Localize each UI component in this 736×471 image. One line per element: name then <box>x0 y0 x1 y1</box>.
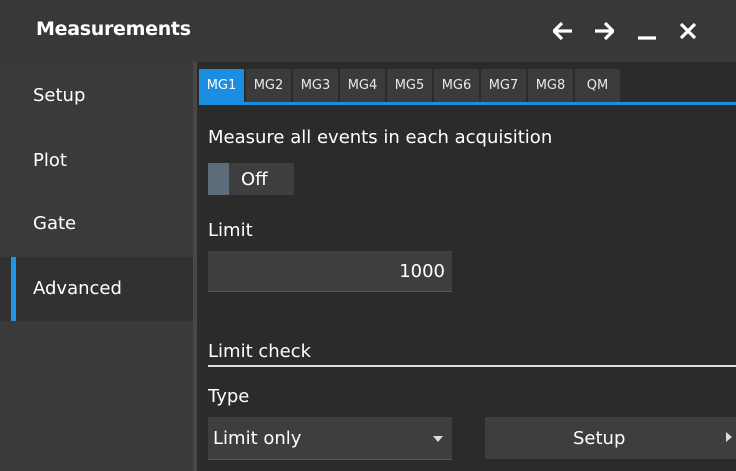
sidebar-item-label: Plot <box>33 150 67 171</box>
limit-input[interactable]: 1000 <box>208 251 452 292</box>
close-icon[interactable] <box>679 22 697 42</box>
active-indicator <box>11 257 16 321</box>
sidebar-item-plot[interactable]: Plot <box>0 129 193 193</box>
title-bar: Measurements <box>0 0 736 62</box>
tab-bar: MG1 MG2 MG3 MG4 MG5 MG6 MG7 MG8 QM <box>199 64 736 102</box>
sidebar-item-label: Advanced <box>33 278 122 299</box>
vertical-divider <box>193 62 197 471</box>
sidebar: Setup Plot Gate Advanced <box>0 62 193 471</box>
type-selected-value: Limit only <box>213 428 302 449</box>
tab-mg2[interactable]: MG2 <box>246 69 291 102</box>
section-divider <box>208 365 736 367</box>
setup-button[interactable]: Setup <box>485 417 736 459</box>
sidebar-item-gate[interactable]: Gate <box>0 192 193 256</box>
arrow-left-icon[interactable] <box>553 22 573 42</box>
sidebar-item-label: Setup <box>33 85 86 106</box>
tab-mg8[interactable]: MG8 <box>528 69 573 102</box>
limit-value: 1000 <box>399 261 445 282</box>
type-dropdown[interactable]: Limit only <box>208 417 452 460</box>
tab-qm[interactable]: QM <box>575 69 620 102</box>
tab-mg7[interactable]: MG7 <box>481 69 526 102</box>
toggle-knob <box>208 163 229 195</box>
sidebar-item-advanced[interactable]: Advanced <box>0 257 193 321</box>
window-title: Measurements <box>36 18 191 40</box>
tab-mg1[interactable]: MG1 <box>199 69 244 102</box>
tab-mg6[interactable]: MG6 <box>434 69 479 102</box>
sidebar-item-setup[interactable]: Setup <box>0 64 193 128</box>
chevron-right-icon <box>726 432 732 442</box>
minimize-icon[interactable] <box>637 22 657 42</box>
measure-all-label: Measure all events in each acquisition <box>208 127 553 148</box>
tab-mg3[interactable]: MG3 <box>293 69 338 102</box>
limit-label: Limit <box>208 220 253 241</box>
toggle-state: Off <box>241 169 268 190</box>
limit-check-heading: Limit check <box>208 341 312 362</box>
measure-all-toggle[interactable]: Off <box>208 163 294 195</box>
tab-mg4[interactable]: MG4 <box>340 69 385 102</box>
sidebar-item-label: Gate <box>33 213 77 234</box>
tab-underline <box>199 102 736 105</box>
type-label: Type <box>208 386 250 407</box>
arrow-right-icon[interactable] <box>594 22 614 42</box>
setup-button-label: Setup <box>573 428 626 449</box>
tab-mg5[interactable]: MG5 <box>387 69 432 102</box>
chevron-down-icon <box>433 436 443 442</box>
